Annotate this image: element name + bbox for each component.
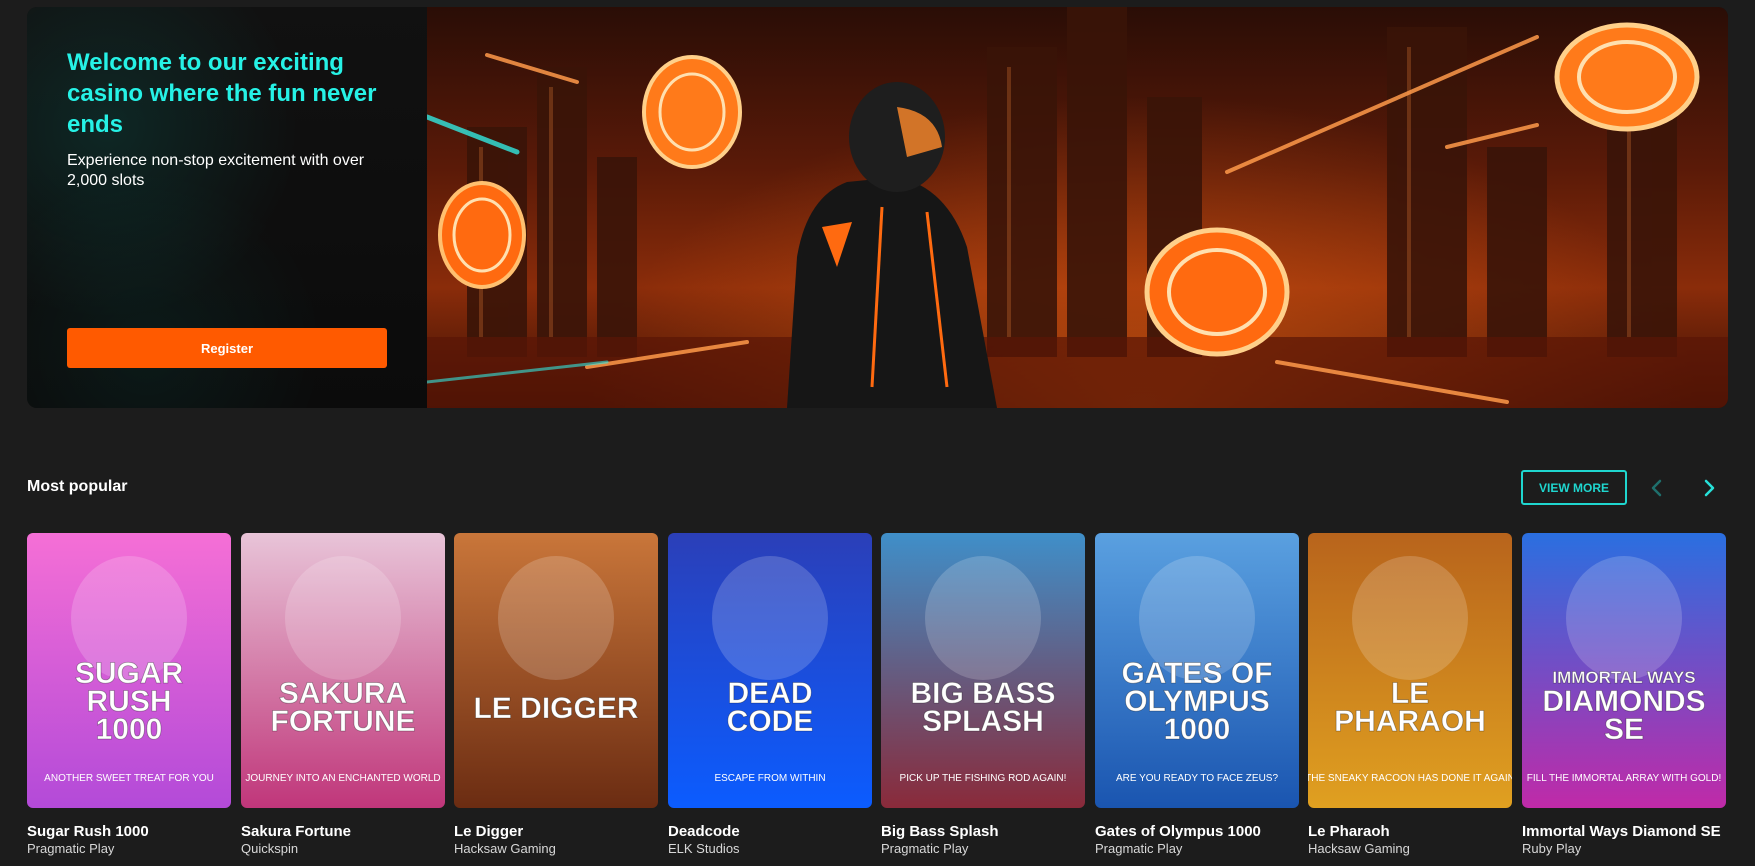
game-title[interactable]: Big Bass Splash	[881, 823, 1091, 840]
game-artwork: SUGARRUSH1000ANOTHER SWEET TREAT FOR YOU	[27, 533, 231, 808]
game-character	[925, 556, 1041, 680]
game-card[interactable]: LE PHARAOH THE SNEAKY RACOON HAS DONE IT A…	[1308, 533, 1512, 856]
game-art-title: PHARAOH	[1334, 705, 1486, 738]
game-character	[712, 556, 828, 680]
game-provider: ELK Studios	[668, 841, 740, 856]
game-card[interactable]: LE DIGGER Le Digger Hacksaw Gaming	[454, 533, 658, 856]
game-title[interactable]: Le Digger	[454, 823, 664, 840]
coin-icon	[1554, 22, 1700, 132]
game-artwork: LE DIGGER	[454, 533, 658, 808]
coin-icon	[438, 181, 526, 289]
game-title[interactable]: Sugar Rush 1000	[27, 823, 237, 840]
game-title[interactable]: Immortal Ways Diamond SE	[1522, 823, 1732, 840]
game-provider: Pragmatic Play	[1095, 841, 1183, 856]
rider-figure	[787, 82, 997, 408]
game-artwork: IMMORTAL WAYSDIAMONDSSEFILL THE IMMORTAL…	[1522, 533, 1726, 808]
game-card[interactable]: SAKURA FORTUNE JOURNEY INTO AN ENCHANTED W…	[241, 533, 445, 856]
game-tagline: PICK UP THE FISHING ROD AGAIN!	[900, 773, 1067, 784]
most-popular-heading: Most popular	[27, 478, 128, 495]
game-artwork: SAKURAFORTUNEJOURNEY INTO AN ENCHANTED W…	[241, 533, 445, 808]
game-art-title: LE DIGGER	[473, 692, 638, 725]
game-card[interactable]: SUGAR RUSH 1000 ANOTHER SWEET TREAT FOR YOU…	[27, 533, 231, 856]
hero-banner: Welcome to our exciting casino where the…	[27, 7, 1728, 408]
game-title[interactable]: Deadcode	[668, 823, 878, 840]
game-thumbnail[interactable]: LE DIGGER	[454, 533, 658, 808]
chevron-left-icon	[1651, 479, 1662, 497]
game-provider: Hacksaw Gaming	[454, 841, 556, 856]
game-artwork: GATES OFOLYMPUS1000ARE YOU READY TO FACE…	[1095, 533, 1299, 808]
game-character	[1352, 556, 1468, 680]
game-card[interactable]: DEAD CODE ESCAPE FROM WITHIN Deadcode ELK St…	[668, 533, 872, 856]
casino-page: Welcome to our exciting casino where the…	[0, 0, 1755, 866]
game-provider: Pragmatic Play	[27, 841, 115, 856]
game-title[interactable]: Gates of Olympus 1000	[1095, 823, 1305, 840]
coin-icon	[1144, 227, 1290, 357]
game-tagline: ESCAPE FROM WITHIN	[714, 773, 825, 784]
hero-title: Welcome to our exciting casino where the…	[67, 49, 377, 138]
game-tagline: ARE YOU READY TO FACE ZEUS?	[1116, 773, 1279, 784]
hero-illustration	[427, 7, 1728, 408]
game-art-title: 1000	[1164, 713, 1231, 746]
register-button[interactable]: Register	[67, 328, 387, 368]
coin-icon	[642, 55, 742, 169]
game-thumbnail[interactable]: GATES OF OLYMPUS 1000 ARE YOU READY TO FACE…	[1095, 533, 1299, 808]
game-tagline: ANOTHER SWEET TREAT FOR YOU	[44, 773, 214, 784]
game-title[interactable]: Le Pharaoh	[1308, 823, 1518, 840]
game-provider: Quickspin	[241, 841, 299, 856]
game-thumbnail[interactable]: SAKURA FORTUNE JOURNEY INTO AN ENCHANTED W…	[241, 533, 445, 808]
carousel-prev-button[interactable]	[1646, 476, 1668, 500]
game-thumbnail[interactable]: SUGAR RUSH 1000 ANOTHER SWEET TREAT FOR YOU	[27, 533, 231, 808]
game-artwork: DEADCODEESCAPE FROM WITHIN	[668, 533, 872, 808]
view-more-button[interactable]: VIEW MORE	[1521, 470, 1627, 505]
hero-text-panel: Welcome to our exciting casino where the…	[27, 7, 427, 408]
chevron-right-icon	[1704, 479, 1715, 497]
game-character	[498, 556, 614, 680]
game-artwork: BIG BASSSPLASHPICK UP THE FISHING ROD AG…	[881, 533, 1085, 808]
game-art-title: FORTUNE	[271, 705, 416, 738]
game-tagline: JOURNEY INTO AN ENCHANTED WORLD	[245, 773, 440, 784]
game-card[interactable]: GATES OF OLYMPUS 1000 ARE YOU READY TO FACE…	[1095, 533, 1299, 856]
game-art-title: 1000	[96, 713, 163, 746]
game-provider: Ruby Play	[1522, 841, 1582, 856]
game-artwork: LEPHARAOHTHE SNEAKY RACOON HAS DONE IT A…	[1308, 533, 1512, 808]
game-thumbnail[interactable]: LE PHARAOH THE SNEAKY RACOON HAS DONE IT A…	[1308, 533, 1512, 808]
game-art-title: SE	[1604, 713, 1644, 746]
carousel-next-button[interactable]	[1698, 476, 1720, 500]
hero-subtitle: Experience non-stop excitement with over…	[67, 152, 365, 189]
game-character	[1566, 556, 1682, 680]
game-thumbnail[interactable]: DEAD CODE ESCAPE FROM WITHIN	[668, 533, 872, 808]
game-character	[285, 556, 401, 680]
game-art-title: SPLASH	[922, 705, 1044, 738]
game-card[interactable]: IMMORTAL WAYS DIAMONDS SE FILL THE IMMORTAL…	[1522, 533, 1726, 856]
game-thumbnail[interactable]: BIG BASS SPLASH PICK UP THE FISHING ROD AG…	[881, 533, 1085, 808]
game-provider: Pragmatic Play	[881, 841, 969, 856]
game-card[interactable]: BIG BASS SPLASH PICK UP THE FISHING ROD AG…	[881, 533, 1085, 856]
game-tagline: THE SNEAKY RACOON HAS DONE IT AGAIN	[1308, 773, 1512, 784]
game-title[interactable]: Sakura Fortune	[241, 823, 451, 840]
game-thumbnail[interactable]: IMMORTAL WAYS DIAMONDS SE FILL THE IMMORTAL…	[1522, 533, 1726, 808]
game-provider: Hacksaw Gaming	[1308, 841, 1410, 856]
game-tagline: FILL THE IMMORTAL ARRAY WITH GOLD!	[1527, 773, 1721, 784]
hero-image	[427, 7, 1728, 408]
game-art-title: CODE	[727, 705, 814, 738]
